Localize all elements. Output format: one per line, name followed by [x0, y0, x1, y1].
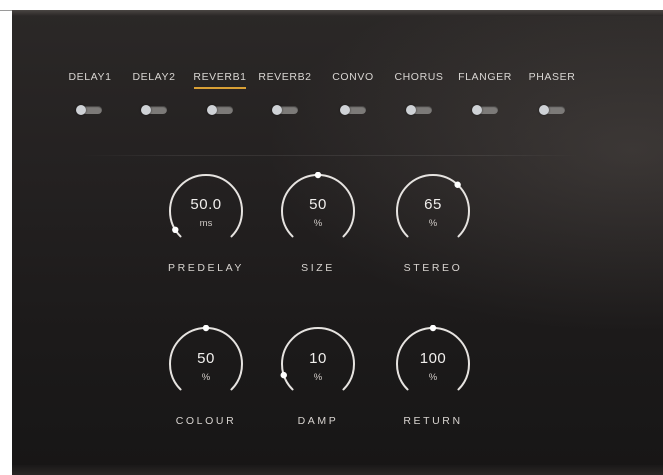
tab-chorus[interactable]: CHORUS [387, 70, 451, 84]
toggle-reverb1[interactable] [207, 105, 233, 115]
damp-unit: % [313, 372, 323, 383]
toggle-delay2[interactable] [141, 105, 167, 115]
tab-label: CHORUS [394, 71, 444, 83]
predelay-control: 50.0 ms PREDELAY [156, 172, 256, 292]
return-unit: % [428, 372, 438, 383]
toggle-knob [76, 105, 86, 115]
stereo-label: STEREO [403, 262, 463, 274]
toggle-knob [539, 105, 549, 115]
tab-label: DELAY1 [68, 71, 112, 83]
toggle-flanger[interactable] [472, 105, 498, 115]
toggle-convo[interactable] [340, 105, 366, 115]
knob-indicator-dot [454, 181, 461, 188]
tab-delay2[interactable]: DELAY2 [122, 70, 186, 84]
effect-tab-bar: DELAY1 DELAY2 REVERB1 REVERB2 CONVO CHOR… [12, 10, 663, 140]
tab-delay1[interactable]: DELAY1 [58, 70, 122, 84]
damp-control: 10 % DAMP [268, 325, 368, 445]
stereo-value: 65 [424, 196, 442, 213]
knob-indicator-dot [202, 325, 210, 332]
size-value: 50 [309, 196, 327, 213]
predelay-label: PREDELAY [167, 262, 245, 274]
stereo-control: 65 % STEREO [383, 172, 483, 292]
return-value: 100 [419, 350, 447, 367]
toggle-delay1[interactable] [76, 105, 102, 115]
toggle-knob [207, 105, 217, 115]
toggle-knob [472, 105, 482, 115]
colour-unit: % [201, 372, 211, 383]
tab-label: CONVO [332, 71, 374, 83]
knob-indicator-dot [314, 172, 322, 179]
knob-indicator-dot [429, 325, 437, 332]
predelay-value: 50.0 [190, 196, 222, 213]
predelay-unit: ms [199, 218, 213, 229]
damp-label: DAMP [297, 415, 339, 427]
colour-value: 50 [197, 350, 215, 367]
active-tab-indicator [194, 87, 246, 89]
colour-control: 50 % COLOUR [156, 325, 256, 445]
tab-flanger[interactable]: FLANGER [453, 70, 517, 84]
tab-label: REVERB2 [258, 71, 312, 83]
return-label: RETURN [403, 415, 463, 427]
damp-value: 10 [309, 350, 327, 367]
toggle-phaser[interactable] [539, 105, 565, 115]
tab-label: DELAY2 [132, 71, 176, 83]
tab-reverb1[interactable]: REVERB1 [188, 70, 252, 89]
size-label: SIZE [301, 262, 335, 274]
section-divider [80, 155, 580, 156]
tab-reverb2[interactable]: REVERB2 [253, 70, 317, 84]
tab-phaser[interactable]: PHASER [520, 70, 584, 84]
toggle-knob [141, 105, 151, 115]
reverb-effects-panel: DELAY1 DELAY2 REVERB1 REVERB2 CONVO CHOR… [12, 10, 663, 475]
toggle-knob [406, 105, 416, 115]
size-control: 50 % SIZE [268, 172, 368, 292]
toggle-chorus[interactable] [406, 105, 432, 115]
size-unit: % [313, 218, 323, 229]
return-control: 100 % RETURN [383, 325, 483, 445]
tab-label: FLANGER [458, 71, 512, 83]
toggle-reverb2[interactable] [272, 105, 298, 115]
stereo-unit: % [428, 218, 438, 229]
toggle-knob [340, 105, 350, 115]
tab-label: PHASER [528, 71, 576, 83]
tab-convo[interactable]: CONVO [321, 70, 385, 84]
colour-label: COLOUR [175, 415, 237, 427]
tab-label: REVERB1 [193, 71, 247, 83]
toggle-knob [272, 105, 282, 115]
